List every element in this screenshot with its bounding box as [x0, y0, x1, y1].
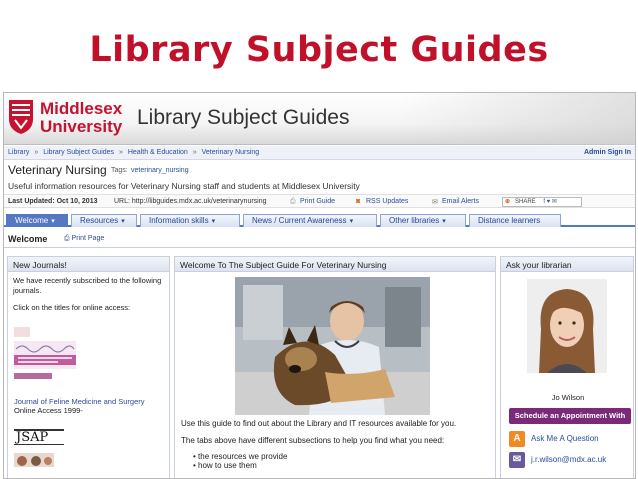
- schedule-appointment-button[interactable]: Schedule an Appointment With Me: [509, 408, 631, 436]
- journals-intro: We have recently subscribed to the follo…: [13, 276, 162, 295]
- librarian-photo: [527, 279, 607, 373]
- guide-title: Veterinary Nursing: [8, 163, 107, 177]
- email-icon: ✉: [509, 452, 525, 468]
- tab-label: News / Current Awareness: [252, 216, 347, 225]
- journal-feline-access: Online Access 1999-: [14, 406, 83, 415]
- social-icons: f ♥ ✉: [543, 199, 557, 205]
- librarian-name: Jo Wilson: [551, 393, 585, 402]
- journal-thumbnail-small: [14, 327, 30, 337]
- welcome-box: Welcome To The Subject Guide For Veterin…: [174, 256, 496, 478]
- journals-click-text: Click on the titles for online access:: [13, 303, 131, 312]
- university-name-line2: University: [40, 117, 123, 136]
- tags-label: Tags:: [111, 167, 128, 174]
- breadcrumb-health-education[interactable]: Health & Education: [128, 149, 188, 156]
- box-title: New Journals!: [8, 257, 169, 272]
- guide-tabs: Welcome ▾ Resources ▾ Information skills ▾ …: [4, 211, 635, 227]
- libguide-screenshot: Middlesex University Library Subject Gui…: [3, 92, 636, 479]
- breadcrumb-separator: »: [192, 149, 197, 156]
- box-title: Ask your librarian: [501, 257, 633, 272]
- chevron-down-icon: ▾: [211, 218, 216, 225]
- site-banner: Middlesex University Library Subject Gui…: [4, 93, 635, 145]
- tab-resources[interactable]: Resources ▾: [71, 214, 137, 227]
- chevron-down-icon: ▾: [349, 218, 354, 225]
- share-label: SHARE: [515, 199, 536, 205]
- box-title: Welcome To The Subject Guide For Veterin…: [175, 257, 495, 272]
- breadcrumb-separator: »: [34, 149, 39, 156]
- journal-cover-feline[interactable]: [14, 341, 76, 369]
- ask-librarian-box: Ask your librarian Jo Wilson Schedule an…: [500, 256, 634, 478]
- breadcrumb-subject-guides[interactable]: Library Subject Guides: [43, 149, 114, 156]
- tab-news-current-awareness[interactable]: News / Current Awareness ▾: [243, 214, 377, 227]
- rss-updates-link[interactable]: RSS Updates: [366, 198, 408, 205]
- question-icon: A: [509, 431, 525, 447]
- guide-url: URL: http://libguides.mdx.ac.uk/veterina…: [114, 198, 267, 205]
- tab-label: Other libraries: [389, 216, 440, 225]
- tab-label: Resources: [80, 216, 119, 225]
- page-subbar: Welcome ⎙ Print Page: [4, 230, 635, 248]
- print-guide-link[interactable]: Print Guide: [300, 198, 335, 205]
- print-icon: ⎙: [64, 235, 72, 242]
- breadcrumb: Library » Library Subject Guides » Healt…: [4, 146, 635, 160]
- chevron-down-icon: ▾: [442, 218, 446, 225]
- journal-jsap-logo[interactable]: JSAP: [14, 429, 64, 445]
- last-updated: Last Updated: Oct 10, 2013: [8, 198, 98, 205]
- tab-label: Welcome: [15, 216, 49, 225]
- tab-information-skills[interactable]: Information skills ▾: [140, 214, 240, 227]
- banner-decoration: [397, 93, 635, 145]
- slide-title: Library Subject Guides: [89, 30, 549, 70]
- email-address: j.r.wilson@mdx.ac.uk: [531, 455, 607, 464]
- welcome-paragraph-2: The tabs above have different subsection…: [181, 436, 445, 445]
- email-alerts-link[interactable]: Email Alerts: [442, 198, 479, 205]
- page-title: Welcome: [8, 234, 48, 244]
- university-name-line1: Middlesex: [40, 99, 123, 118]
- bullet-text: how to use them: [198, 461, 257, 470]
- welcome-paragraph-1: Use this guide to find out about the Lib…: [181, 419, 457, 428]
- journal-jsap-cover: [14, 453, 54, 467]
- email-icon: ✉: [432, 199, 438, 206]
- tab-other-libraries[interactable]: Other libraries ▾: [380, 214, 466, 227]
- journal-publisher-strip: [14, 373, 52, 379]
- tag-link[interactable]: veterinary_nursing: [131, 167, 189, 174]
- chevron-down-icon: ▾: [121, 218, 125, 225]
- breadcrumb-separator: »: [119, 149, 123, 156]
- admin-sign-in-link[interactable]: Admin Sign In: [584, 149, 631, 156]
- welcome-bullet: • how to use them: [193, 461, 257, 471]
- chevron-down-icon: ▾: [51, 218, 55, 225]
- university-logo[interactable]: Middlesex University: [8, 99, 138, 139]
- print-page-link[interactable]: ⎙ Print Page: [64, 235, 104, 243]
- share-button[interactable]: ⊕ SHARE f ♥ ✉: [502, 197, 582, 207]
- print-icon: ⎙: [290, 198, 296, 205]
- ask-question-label: Ask Me A Question: [531, 434, 599, 443]
- banner-title: Library Subject Guides: [137, 106, 350, 129]
- guide-description: Useful information resources for Veterin…: [8, 181, 360, 191]
- breadcrumb-veterinary-nursing[interactable]: Veterinary Nursing: [202, 149, 260, 156]
- print-page-label: Print Page: [71, 235, 105, 242]
- vet-nurse-with-dog-photo: [235, 277, 430, 415]
- guide-info-bar: Last Updated: Oct 10, 2013 URL: http://l…: [4, 194, 635, 208]
- breadcrumb-library[interactable]: Library: [8, 149, 29, 156]
- tab-label: Information skills: [149, 216, 209, 225]
- rss-icon: ◙: [356, 198, 361, 205]
- new-journals-box: New Journals! We have recently subscribe…: [7, 256, 170, 478]
- tab-distance-learners[interactable]: Distance learners: [469, 214, 561, 227]
- bullet-text: the resources we provide: [198, 452, 288, 461]
- tab-welcome[interactable]: Welcome ▾: [6, 214, 68, 227]
- crest-icon: [9, 100, 33, 134]
- share-plus-icon: ⊕: [505, 199, 511, 205]
- tab-label: Distance learners: [478, 216, 541, 225]
